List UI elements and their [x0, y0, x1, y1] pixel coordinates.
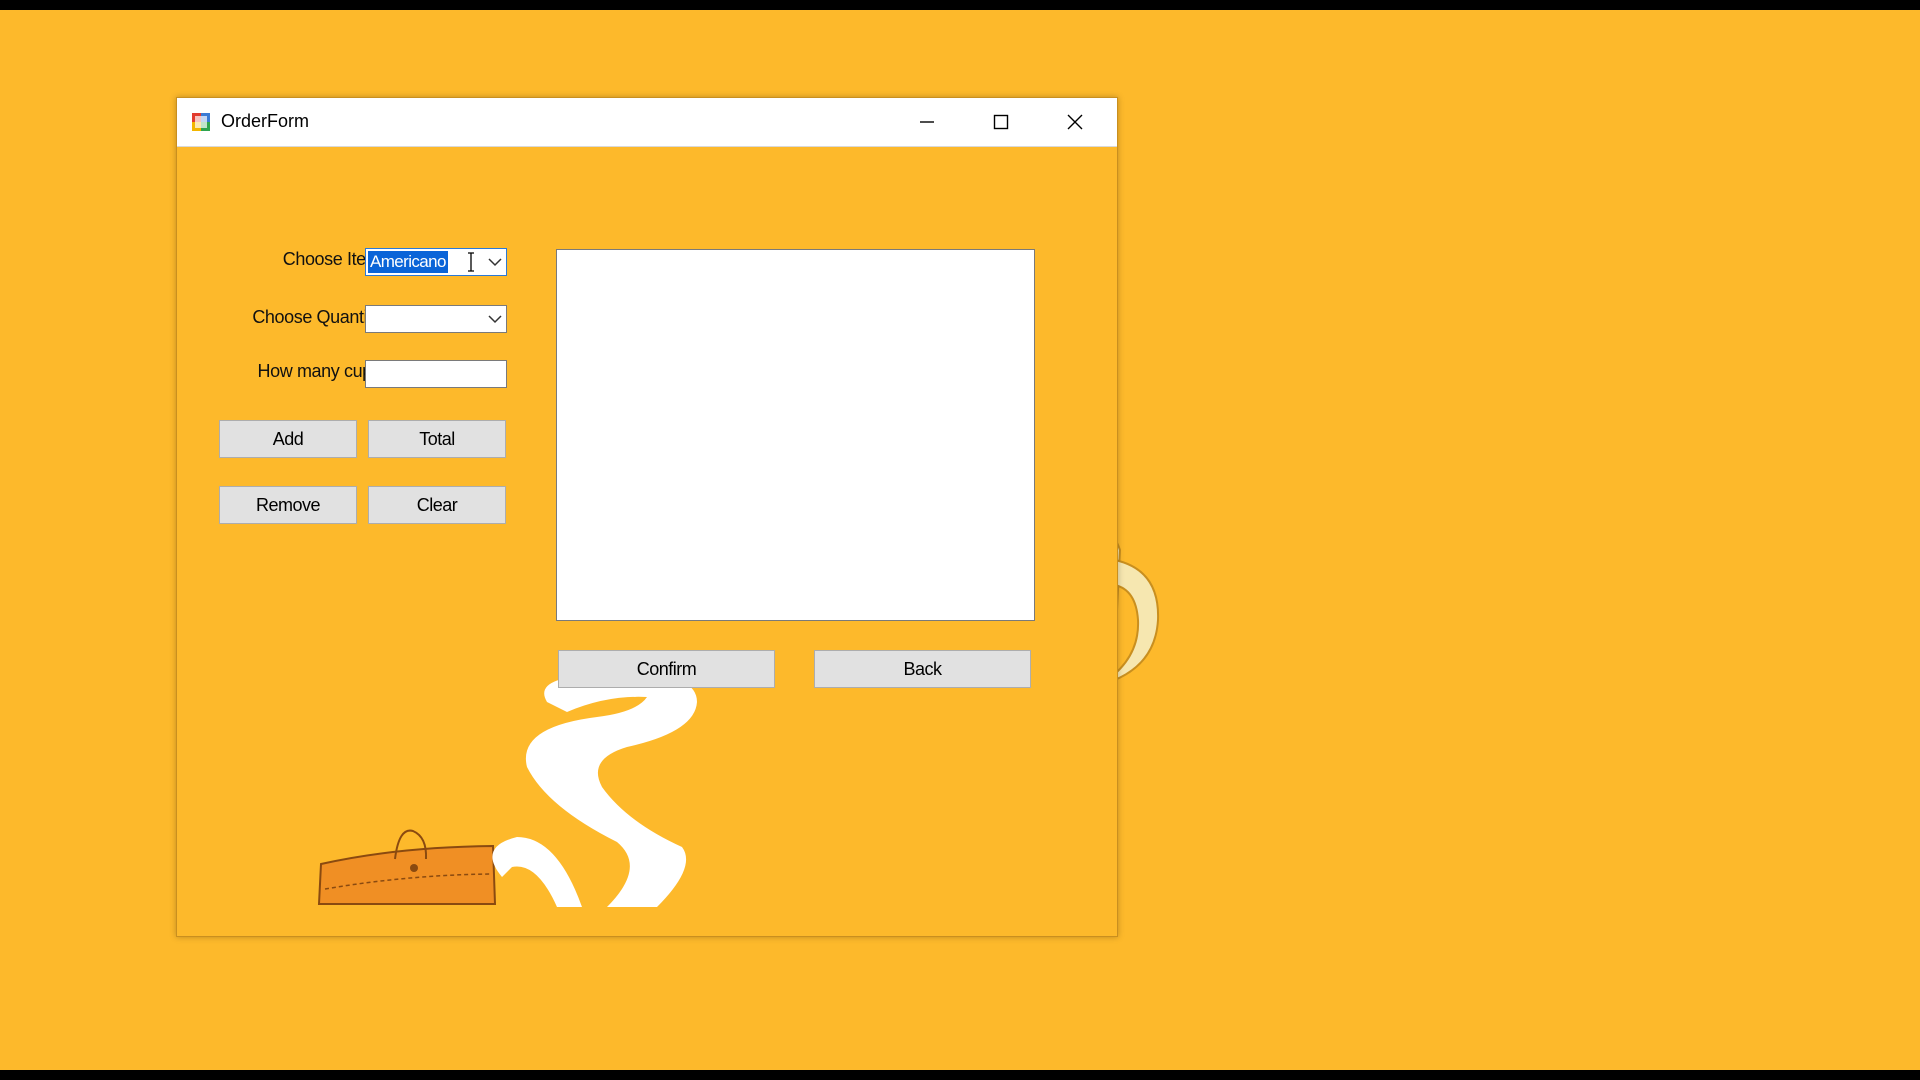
order-list-box[interactable] [556, 249, 1035, 621]
total-button[interactable]: Total [368, 420, 506, 458]
text-cursor-icon [468, 252, 474, 272]
title-bar[interactable]: OrderForm [177, 98, 1117, 147]
minimize-icon [920, 121, 934, 123]
chevron-down-icon[interactable] [488, 314, 502, 324]
chevron-down-icon[interactable] [488, 257, 502, 267]
add-button[interactable]: Add [219, 420, 357, 458]
shopping-bag-illustration [317, 829, 497, 905]
choose-item-selected-text[interactable]: Americano [367, 250, 449, 274]
maximize-icon [993, 114, 1009, 130]
steam-swirl-illustration [492, 673, 697, 907]
desktop-background: OrderForm Choose Item: Americano Choose … [0, 10, 1920, 1070]
form-client-area: Choose Item: Americano Choose Quantity: … [177, 147, 1117, 936]
window-title: OrderForm [221, 111, 310, 131]
minimize-button[interactable] [891, 98, 963, 146]
how-many-cups-label: How many cups: [257, 361, 386, 381]
back-button[interactable]: Back [814, 650, 1031, 688]
maximize-button[interactable] [965, 98, 1037, 146]
close-icon [1067, 114, 1083, 130]
choose-quantity-combobox[interactable] [365, 305, 507, 333]
confirm-button[interactable]: Confirm [558, 650, 775, 688]
how-many-cups-input[interactable] [365, 360, 507, 388]
choose-quantity-label: Choose Quantity: [252, 307, 385, 327]
app-icon [192, 113, 210, 131]
choose-item-label: Choose Item: [282, 249, 386, 269]
choose-item-combobox[interactable]: Americano [365, 248, 507, 276]
close-button[interactable] [1039, 98, 1111, 146]
order-form-window: OrderForm Choose Item: Americano Choose … [176, 97, 1118, 937]
remove-button[interactable]: Remove [219, 486, 357, 524]
clear-button[interactable]: Clear [368, 486, 506, 524]
